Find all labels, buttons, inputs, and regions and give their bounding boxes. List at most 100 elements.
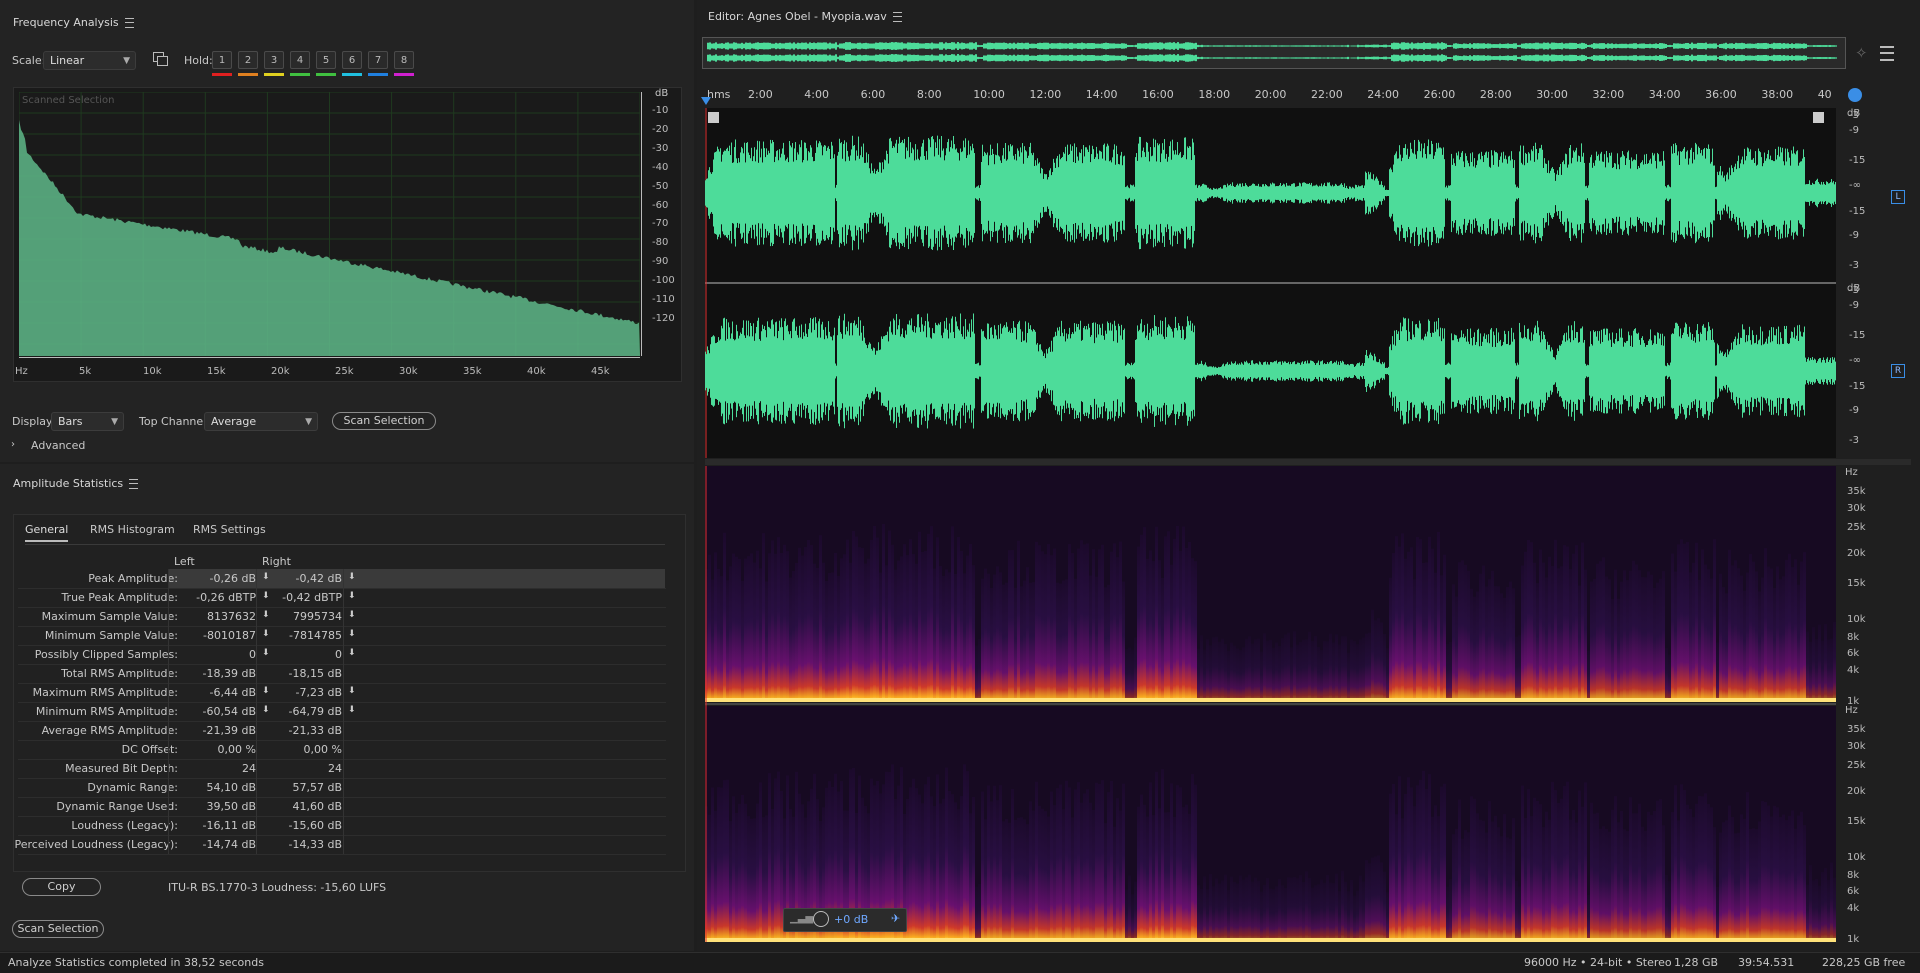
status-bar: Analyze Statistics completed in 38,52 se… bbox=[0, 952, 1920, 973]
go-to-marker-icon[interactable]: ⬇ bbox=[348, 686, 356, 696]
hud-volume: ▁▃▅ +0 dB ✈ bbox=[783, 908, 907, 932]
time-tick-label: 16:00 bbox=[1142, 88, 1174, 101]
hz-tick-label: 5k bbox=[79, 366, 92, 377]
time-ruler[interactable]: 2:00 4:00 6:00 8:00 10:00 12:00 14:00 16:00 18:0… bbox=[707, 88, 1839, 108]
go-to-marker-icon[interactable]: ⬇ bbox=[348, 591, 356, 601]
stat-label: True Peak Amplitude: bbox=[61, 591, 178, 604]
go-to-marker-icon[interactable]: ⬇ bbox=[262, 610, 270, 620]
gain-value[interactable]: +0 dB bbox=[834, 913, 868, 926]
layout-icon[interactable] bbox=[1880, 46, 1894, 61]
hold-button-3[interactable]: 3 bbox=[264, 51, 284, 69]
hz-tick-label: 25k bbox=[335, 366, 354, 377]
stat-label: Possibly Clipped Samples: bbox=[34, 648, 178, 661]
db-tick-label: -120 bbox=[652, 312, 675, 324]
db-scale-label: -9 bbox=[1849, 125, 1859, 136]
display-dropdown[interactable]: Bars ▼ bbox=[51, 412, 124, 431]
stat-label: Perceived Loudness (Legacy): bbox=[14, 838, 178, 851]
go-to-marker-icon[interactable]: ⬇ bbox=[348, 629, 356, 639]
advanced-toggle[interactable]: Advanced bbox=[31, 439, 85, 452]
hold-color-swatch bbox=[238, 73, 258, 76]
scan-selection-button[interactable]: Scan Selection bbox=[12, 920, 104, 938]
overlay-icon[interactable] bbox=[153, 52, 168, 66]
db-scale-label: -15 bbox=[1849, 206, 1866, 217]
go-to-marker-icon[interactable]: ⬇ bbox=[262, 572, 270, 582]
go-to-marker-icon[interactable]: ⬇ bbox=[348, 705, 356, 715]
hz-scale-label: 4k bbox=[1847, 903, 1860, 914]
display-label: Display: bbox=[12, 415, 56, 428]
time-tick-label: 26:00 bbox=[1423, 88, 1456, 101]
chevron-right-icon[interactable]: › bbox=[11, 439, 15, 450]
stat-left-value: 8137632 bbox=[207, 610, 256, 623]
hold-button-2[interactable]: 2 bbox=[238, 51, 258, 69]
scan-selection-button[interactable]: Scan Selection bbox=[332, 412, 436, 430]
hz-scale-label: 4k bbox=[1847, 665, 1860, 676]
time-tick-label: 2:00 bbox=[748, 88, 773, 101]
stat-right-value: 41,60 dB bbox=[292, 800, 342, 813]
hold-button-6[interactable]: 6 bbox=[342, 51, 362, 69]
db-tick-label: -30 bbox=[652, 142, 669, 154]
panel-menu-icon[interactable] bbox=[129, 479, 139, 489]
table-row: Average RMS Amplitude: -21,39 dB -21,33 dB bbox=[18, 721, 666, 741]
hz-tick-label: 10k bbox=[143, 366, 162, 377]
channel-left-toggle[interactable]: L bbox=[1891, 190, 1905, 204]
chevron-down-icon: ▼ bbox=[123, 56, 130, 66]
copy-button[interactable]: Copy bbox=[22, 878, 101, 896]
fade-out-handle-icon[interactable] bbox=[1813, 112, 1824, 123]
hz-scale-label: 20k bbox=[1847, 786, 1866, 797]
frequency-graph bbox=[19, 92, 640, 356]
hz-scale-label: 35k bbox=[1847, 724, 1866, 735]
hold-button-8[interactable]: 8 bbox=[394, 51, 414, 69]
time-tick-label: 30:00 bbox=[1536, 88, 1568, 101]
go-to-marker-icon[interactable]: ⬇ bbox=[262, 705, 270, 715]
channel-right-toggle[interactable]: R bbox=[1891, 364, 1905, 378]
go-to-marker-icon[interactable]: ⬇ bbox=[348, 648, 356, 658]
display-value: Bars bbox=[58, 415, 83, 428]
go-to-marker-icon[interactable]: ⬇ bbox=[348, 572, 356, 582]
hz-tick-label: 35k bbox=[463, 366, 482, 377]
tab-rms-histogram[interactable]: RMS Histogram bbox=[90, 523, 175, 536]
panel-menu-icon[interactable] bbox=[124, 18, 134, 28]
loudness-text: ITU-R BS.1770-3 Loudness: -15,60 LUFS bbox=[168, 881, 387, 894]
headphones-icon[interactable] bbox=[1848, 88, 1862, 102]
fade-in-handle-icon[interactable] bbox=[708, 112, 719, 123]
tab-rms-settings[interactable]: RMS Settings bbox=[193, 523, 266, 536]
db-tick-label: -20 bbox=[652, 123, 669, 135]
scale-dropdown[interactable]: Linear ▼ bbox=[43, 51, 136, 70]
hz-tick-label: Hz bbox=[15, 366, 28, 377]
view-splitter[interactable] bbox=[705, 459, 1911, 465]
go-to-marker-icon[interactable]: ⬇ bbox=[262, 648, 270, 658]
table-row: Total RMS Amplitude: -18,39 dB -18,15 dB bbox=[18, 664, 666, 684]
panel-menu-icon[interactable] bbox=[892, 12, 902, 22]
playhead-marker[interactable] bbox=[701, 97, 711, 105]
hold-color-swatch bbox=[368, 73, 388, 76]
time-tick-label: 32:00 bbox=[1592, 88, 1625, 101]
hold-button-4[interactable]: 4 bbox=[290, 51, 310, 69]
table-row: Peak Amplitude: -0,26 dB -0,42 dB ⬇ ⬇ bbox=[18, 569, 666, 589]
scale-label: Scale: bbox=[12, 54, 46, 67]
go-to-marker-icon[interactable]: ⬇ bbox=[348, 610, 356, 620]
hold-button-1[interactable]: 1 bbox=[212, 51, 232, 69]
spectral-display[interactable] bbox=[705, 466, 1836, 942]
hold-color-swatch bbox=[316, 73, 336, 76]
go-to-marker-icon[interactable]: ⬇ bbox=[262, 686, 270, 696]
go-to-marker-icon[interactable]: ⬇ bbox=[262, 629, 270, 639]
db-scale-label: -9 bbox=[1849, 230, 1859, 241]
hold-button-7[interactable]: 7 bbox=[368, 51, 388, 69]
pin-icon[interactable]: ✈ bbox=[891, 912, 900, 925]
frequency-analysis-panel: Frequency Analysis Scale: Linear ▼ Hold: … bbox=[0, 0, 694, 462]
stat-label: Dynamic Range Used: bbox=[56, 800, 178, 813]
go-to-marker-icon[interactable]: ⬇ bbox=[262, 591, 270, 601]
hz-scale-label: 15k bbox=[1847, 578, 1866, 589]
top-channel-dropdown[interactable]: Average ▼ bbox=[204, 412, 318, 431]
stat-left-value: -0,26 dB bbox=[209, 572, 257, 585]
stat-left-value: 39,50 dB bbox=[206, 800, 256, 813]
tab-general[interactable]: General bbox=[25, 523, 69, 542]
hz-scale-label: 10k bbox=[1847, 852, 1866, 863]
top-channel-label: Top Channel: bbox=[139, 415, 210, 428]
hz-scale-label: 25k bbox=[1847, 522, 1866, 533]
editor-panel: Editor: Agnes Obel - Myopia.wav ✧ 2:00 4:… bbox=[697, 0, 1920, 951]
zoom-icon[interactable]: ✧ bbox=[1855, 44, 1868, 62]
time-tick-label: 36:00 bbox=[1705, 88, 1737, 101]
hold-button-5[interactable]: 5 bbox=[316, 51, 336, 69]
volume-knob-icon[interactable] bbox=[813, 911, 829, 927]
